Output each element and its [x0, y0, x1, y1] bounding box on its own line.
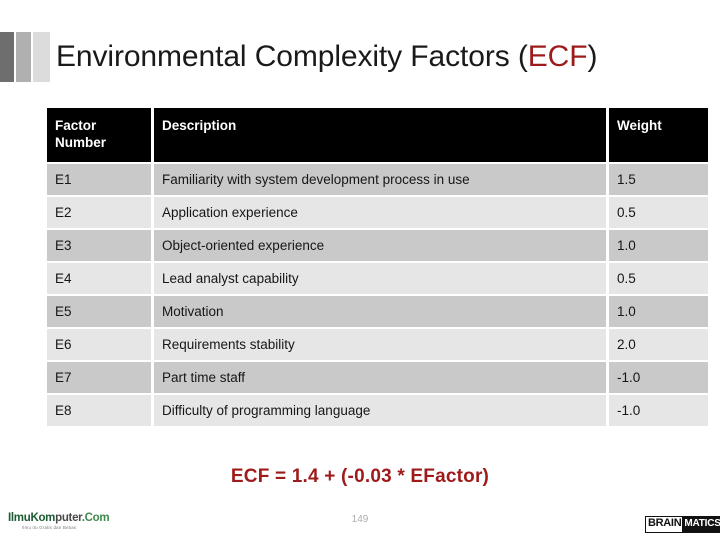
- cell-weight: -1.0: [609, 362, 708, 393]
- ilmukomputer-logo-tagline: Ilmu itu Gratis dan Bebas: [22, 525, 77, 530]
- cell-factor-number: E3: [47, 230, 151, 261]
- column-header-description: Description: [154, 108, 606, 162]
- page-title-main: Environmental Complexity Factors (: [56, 40, 528, 73]
- brainmatics-logo-part1: BRAIN: [646, 517, 683, 532]
- cell-factor-number: E2: [47, 197, 151, 228]
- column-header-weight-line1: Weight: [617, 118, 662, 133]
- table-row: E6 Requirements stability 2.0: [47, 329, 708, 360]
- accent-bar-light: [33, 32, 50, 82]
- ilmukomputer-logo-wordmark: IlmuKomputer.Com: [8, 512, 128, 524]
- table-row: E2 Application experience 0.5: [47, 197, 708, 228]
- column-header-factor-number-line1: Factor: [55, 118, 97, 133]
- cell-description: Difficulty of programming language: [154, 395, 606, 426]
- ilmukomputer-logo-part2: Kom: [30, 512, 56, 524]
- ilmukomputer-logo: IlmuKomputer.Com Ilmu itu Gratis dan Beb…: [8, 512, 128, 534]
- table-row: E7 Part time staff -1.0: [47, 362, 708, 393]
- cell-weight: 1.0: [609, 230, 708, 261]
- ecf-formula: ECF = 1.4 + (-0.03 * EFactor): [230, 466, 490, 487]
- accent-bar-medium: [16, 32, 31, 82]
- cell-description: Familiarity with system development proc…: [154, 164, 606, 195]
- cell-factor-number: E5: [47, 296, 151, 327]
- cell-factor-number: E8: [47, 395, 151, 426]
- cell-weight: 1.0: [609, 296, 708, 327]
- page-title-tail: ): [587, 40, 598, 73]
- cell-description: Object-oriented experience: [154, 230, 606, 261]
- ilmukomputer-logo-part4: .Com: [81, 512, 110, 524]
- table-row: E3 Object-oriented experience 1.0: [47, 230, 708, 261]
- cell-weight: 2.0: [609, 329, 708, 360]
- table-row: E1 Familiarity with system development p…: [47, 164, 708, 195]
- cell-description: Part time staff: [154, 362, 606, 393]
- column-header-description-line1: Description: [162, 118, 237, 133]
- table-row: E5 Motivation 1.0: [47, 296, 708, 327]
- cell-weight: 0.5: [609, 197, 708, 228]
- cell-factor-number: E1: [47, 164, 151, 195]
- brainmatics-logo-part2: MATICS: [682, 517, 720, 532]
- cell-description: Application experience: [154, 197, 606, 228]
- page-title-accent: ECF: [527, 40, 588, 73]
- table-header-row: Factor Number Description Weight: [47, 108, 708, 162]
- column-header-weight: Weight: [609, 108, 708, 162]
- cell-weight: 1.5: [609, 164, 708, 195]
- ilmukomputer-logo-part3: puter: [55, 512, 82, 524]
- brainmatics-logo: BRAIN MATICS: [645, 516, 720, 533]
- cell-description: Motivation: [154, 296, 606, 327]
- cell-factor-number: E6: [47, 329, 151, 360]
- cell-factor-number: E7: [47, 362, 151, 393]
- page-title: Environmental Complexity Factors (ECF): [56, 28, 716, 86]
- column-header-factor-number: Factor Number: [47, 108, 151, 162]
- column-header-factor-number-line2: Number: [55, 135, 107, 150]
- cell-factor-number: E4: [47, 263, 151, 294]
- cell-description: Lead analyst capability: [154, 263, 606, 294]
- cell-description: Requirements stability: [154, 329, 606, 360]
- ecf-factors-table: Factor Number Description Weight E1 Fami…: [44, 106, 711, 428]
- table-row: E4 Lead analyst capability 0.5: [47, 263, 708, 294]
- accent-bars-decoration: [0, 32, 50, 82]
- accent-bar-dark: [0, 32, 14, 82]
- title-band: Environmental Complexity Factors (ECF): [0, 28, 720, 86]
- ilmukomputer-logo-part1: Ilmu: [8, 512, 31, 524]
- cell-weight: -1.0: [609, 395, 708, 426]
- table-row: E8 Difficulty of programming language -1…: [47, 395, 708, 426]
- cell-weight: 0.5: [609, 263, 708, 294]
